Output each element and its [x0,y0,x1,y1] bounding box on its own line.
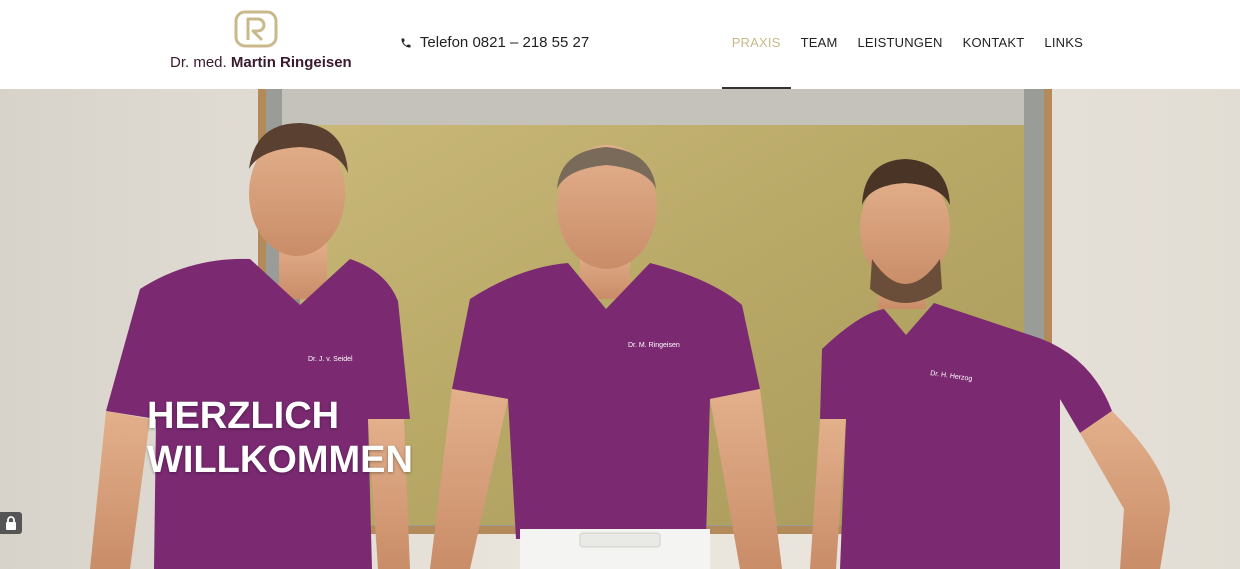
hero-title-line2: WILLKOMMEN [147,439,413,481]
lock-icon [6,516,16,530]
privacy-lock-button[interactable] [0,512,22,534]
nav-item-praxis[interactable]: PRAXIS [721,35,791,89]
hero-title-line1: HERZLICH [147,395,340,437]
shirt-label-center: Dr. M. Ringeisen [628,342,680,349]
logo-text: Dr. med. Martin Ringeisen [170,54,352,71]
logo-prefix: Dr. med. [170,54,227,71]
phone-link[interactable]: Telefon 0821 – 218 55 27 [400,34,589,51]
logo[interactable]: Dr. med. Martin Ringeisen [170,8,360,76]
nav-item-team[interactable]: TEAM [801,35,838,50]
nav-item-leistungen[interactable]: LEISTUNGEN [858,35,943,50]
main-nav: PRAXIS TEAM LEISTUNGEN KONTAKT LINKS [721,35,1083,89]
hero-title: HERZLICH WILLKOMMEN [147,394,413,482]
logo-monogram-icon [234,10,278,48]
hero-banner: Dr. J. v. Seidel Dr. M. Ringeisen Dr. H.… [0,89,1240,569]
hero-photo: Dr. J. v. Seidel Dr. M. Ringeisen Dr. H.… [0,89,1240,569]
shirt-label-left: Dr. J. v. Seidel [308,356,353,363]
site-header: Dr. med. Martin Ringeisen Telefon 0821 –… [0,0,1240,90]
phone-icon [401,38,411,48]
nav-item-kontakt[interactable]: KONTAKT [963,35,1025,50]
logo-name: Martin Ringeisen [230,54,352,71]
phone-label: Telefon 0821 – 218 55 27 [419,34,590,51]
nav-item-links[interactable]: LINKS [1044,35,1083,50]
